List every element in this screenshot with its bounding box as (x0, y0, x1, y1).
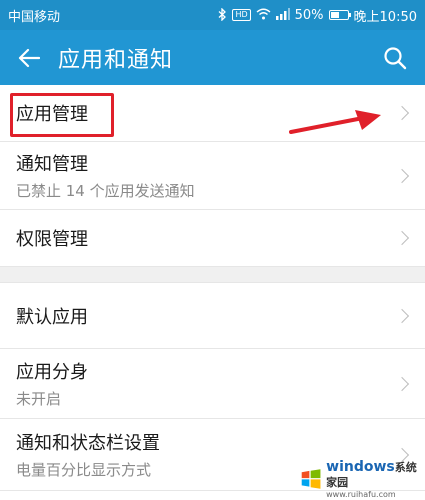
item-title: 默认应用 (16, 306, 88, 328)
list-item-app-twin[interactable]: 应用分身 未开启 (0, 349, 425, 419)
item-subtitle: 未开启 (16, 390, 62, 408)
carrier-label: 中国移动 (8, 9, 61, 25)
windows-logo-icon (301, 469, 321, 489)
status-icons: HD 50% 晚上10:50 (218, 6, 417, 25)
wifi-icon (256, 8, 271, 22)
battery-level (330, 12, 339, 18)
signal-icon (275, 8, 290, 22)
settings-list: 应用管理 通知管理 已禁止 14 个应用发送通知 权限管理 默认应用 应用分身 … (0, 85, 425, 491)
item-title: 应用分身 (16, 362, 88, 383)
list-item-permission-management[interactable]: 权限管理 (0, 210, 425, 267)
status-bar: 中国移动 HD 50% 晚上10:50 (0, 0, 425, 30)
watermark: windows系统家园 www.ruihafu.com (300, 460, 422, 499)
battery-percent: 50% (294, 7, 324, 23)
hd-icon: HD (232, 9, 251, 21)
watermark-text: windows系统家园 www.ruihafu.com (326, 460, 422, 499)
list-item-default-apps[interactable]: 默认应用 (0, 283, 425, 349)
clock: 晚上10:50 (353, 9, 417, 25)
item-title: 通知管理 (16, 154, 88, 175)
list-item-notification-management[interactable]: 通知管理 已禁止 14 个应用发送通知 (0, 142, 425, 210)
search-icon (384, 46, 407, 69)
chevron-right-icon (394, 376, 410, 391)
back-button[interactable] (0, 30, 58, 85)
watermark-brand: windows (326, 458, 395, 475)
bluetooth-icon (218, 6, 227, 23)
battery-icon (328, 10, 351, 20)
watermark-url: www.ruihafu.com (326, 489, 396, 499)
item-title: 权限管理 (16, 229, 88, 250)
item-title: 通知和状态栏设置 (16, 433, 160, 454)
chevron-right-icon (394, 168, 410, 183)
chevron-right-icon (394, 105, 410, 121)
item-subtitle: 已禁止 14 个应用发送通知 (16, 182, 195, 200)
section-divider (0, 267, 425, 283)
chevron-right-icon (394, 308, 410, 323)
search-button[interactable] (365, 30, 425, 85)
app-bar: 应用和通知 (0, 30, 425, 85)
red-arrow-annotation (289, 110, 381, 134)
back-arrow-icon (18, 48, 40, 67)
page-title: 应用和通知 (58, 47, 174, 73)
chevron-right-icon (394, 230, 410, 246)
